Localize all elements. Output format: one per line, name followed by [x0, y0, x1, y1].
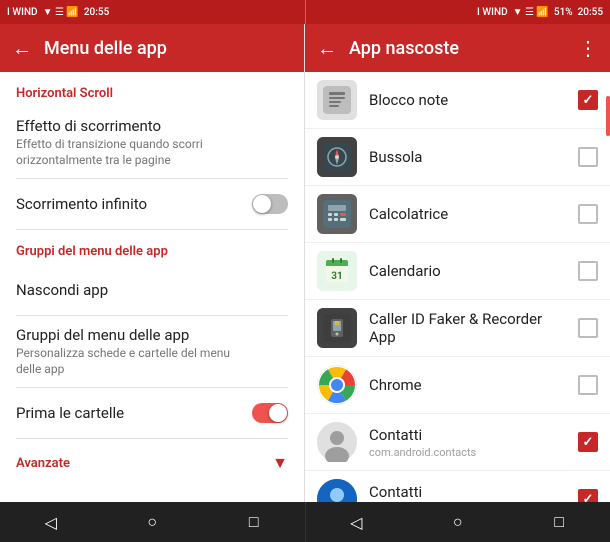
svg-text:ID: ID [335, 321, 340, 327]
app-icon-blocco-note [317, 80, 357, 120]
list-item-chrome[interactable]: Chrome [305, 357, 610, 414]
app-name-blocco-note: Blocco note [369, 91, 570, 109]
left-app-bar: ← Menu delle app [0, 24, 304, 72]
svg-text:31: 31 [331, 271, 342, 282]
list-item-blocco-note[interactable]: Blocco note [305, 72, 610, 129]
section-header-gruppi: Gruppi del menu delle app [0, 230, 304, 265]
checkbox-calendario[interactable] [578, 261, 598, 281]
setting-item-scorrimento[interactable]: Scorrimento infinito [0, 179, 304, 229]
gruppi-subtitle: Personalizza schede e cartelle del menu … [16, 346, 256, 377]
left-screen: ← Menu delle app Horizontal Scroll Effet… [0, 24, 305, 502]
left-scroll-content[interactable]: Horizontal Scroll Effetto di scorrimento… [0, 72, 304, 502]
status-bar: I WIND ▼ ☰ 📶 20:55 I WIND ▼ ☰ 📶 51% 20:5… [0, 0, 610, 24]
app-name-calcolatrice: Calcolatrice [369, 205, 570, 223]
checkbox-contatti-2[interactable] [578, 489, 598, 502]
back-button-right[interactable]: ← [317, 36, 337, 61]
time-right: 20:55 [578, 7, 603, 18]
right-screen-title: App nascoste [349, 38, 578, 59]
status-bar-left: I WIND ▼ ☰ 📶 20:55 [0, 0, 305, 24]
back-nav-btn-left[interactable]: ◁ [31, 502, 71, 542]
caller-svg: ID [323, 314, 351, 342]
back-button-left[interactable]: ← [12, 36, 32, 61]
calendar-svg: 31 [323, 257, 351, 285]
list-item-caller-id[interactable]: ID Caller ID Faker & Recorder App [305, 300, 610, 357]
scroll-indicator [606, 96, 610, 136]
app-icon-contatti-1 [317, 422, 357, 462]
toggle-thumb-prima [269, 404, 287, 422]
app-icon-contatti-2 [317, 479, 357, 502]
app-name-bussola: Bussola [369, 148, 570, 166]
toggle-prima[interactable] [252, 403, 288, 423]
checkbox-calcolatrice[interactable] [578, 204, 598, 224]
checkbox-contatti-1[interactable] [578, 432, 598, 452]
list-item-calcolatrice[interactable]: Calcolatrice [305, 186, 610, 243]
list-item-bussola[interactable]: Bussola [305, 129, 610, 186]
right-app-bar: ← App nascoste ⋮ [305, 24, 610, 72]
app-package-contatti-1: com.android.contacts [369, 446, 570, 459]
right-scroll-content[interactable]: Blocco note Bussola [305, 72, 610, 502]
list-item-contatti-1[interactable]: Contatti com.android.contacts [305, 414, 610, 471]
toggle-thumb-scorrimento [253, 195, 271, 213]
checkbox-bussola[interactable] [578, 147, 598, 167]
toggle-scorrimento[interactable] [252, 194, 288, 214]
app-icon-calendario: 31 [317, 251, 357, 291]
checkbox-blocco-note[interactable] [578, 90, 598, 110]
app-icon-bussola [317, 137, 357, 177]
carrier-left: I WIND [7, 7, 38, 18]
effetto-title: Effetto di scorrimento [16, 117, 256, 135]
avanzate-row[interactable]: Avanzate ▼ [0, 439, 304, 487]
prima-title: Prima le cartelle [16, 404, 124, 422]
effetto-subtitle: Effetto di transizione quando scorri ori… [16, 137, 256, 168]
app-name-contatti-2: Contatti [369, 483, 570, 501]
list-item-calendario[interactable]: 31 Calendario [305, 243, 610, 300]
nascondi-title: Nascondi app [16, 281, 108, 299]
carrier-right: I WIND [477, 7, 508, 18]
scorrimento-title: Scorrimento infinito [16, 195, 147, 213]
contacts1-svg [317, 422, 357, 462]
recent-nav-btn-right[interactable]: □ [539, 502, 579, 542]
avanzate-arrow-icon: ▼ [272, 453, 288, 473]
nav-bar: ◁ ○ □ ◁ ○ □ [0, 502, 610, 542]
app-name-contatti-1: Contatti [369, 426, 570, 444]
status-bar-right: I WIND ▼ ☰ 📶 51% 20:55 [306, 0, 610, 24]
app-icon-calcolatrice [317, 194, 357, 234]
notes-svg [323, 86, 351, 114]
nav-bar-left: ◁ ○ □ [0, 502, 305, 542]
app-icon-chrome [317, 365, 357, 405]
checkbox-caller-id[interactable] [578, 318, 598, 338]
home-nav-btn-left[interactable]: ○ [132, 502, 172, 542]
checkbox-chrome[interactable] [578, 375, 598, 395]
time-left: 20:55 [84, 7, 109, 18]
setting-item-prima[interactable]: Prima le cartelle [0, 388, 304, 438]
screens-container: ← Menu delle app Horizontal Scroll Effet… [0, 24, 610, 502]
setting-item-nascondi[interactable]: Nascondi app [0, 265, 304, 315]
setting-item-effetto[interactable]: Effetto di scorrimento Effetto di transi… [0, 107, 304, 178]
battery-right: 51% [554, 7, 573, 18]
avanzate-label: Avanzate [16, 456, 272, 471]
recent-nav-btn-left[interactable]: □ [234, 502, 274, 542]
right-screen: ← App nascoste ⋮ Blocco not [305, 24, 610, 502]
app-name-caller-id: Caller ID Faker & Recorder App [369, 310, 570, 346]
contacts2-svg [317, 479, 357, 502]
home-nav-btn-right[interactable]: ○ [438, 502, 478, 542]
section-header-horizontal-scroll: Horizontal Scroll [0, 72, 304, 107]
more-options-icon[interactable]: ⋮ [578, 36, 598, 60]
compass-svg [323, 143, 351, 171]
list-item-contatti-2[interactable]: Contatti com.google.android.contacts [305, 471, 610, 502]
left-screen-title: Menu delle app [44, 38, 292, 59]
setting-item-gruppi[interactable]: Gruppi del menu delle app Personalizza s… [0, 316, 304, 387]
nav-bar-right: ◁ ○ □ [306, 502, 610, 542]
gruppi-title: Gruppi del menu delle app [16, 326, 256, 344]
calc-svg [323, 200, 351, 228]
chrome-logo-svg [319, 367, 355, 403]
app-name-calendario: Calendario [369, 262, 570, 280]
back-nav-btn-right[interactable]: ◁ [336, 502, 376, 542]
app-name-chrome: Chrome [369, 376, 570, 394]
app-icon-caller-id: ID [317, 308, 357, 348]
